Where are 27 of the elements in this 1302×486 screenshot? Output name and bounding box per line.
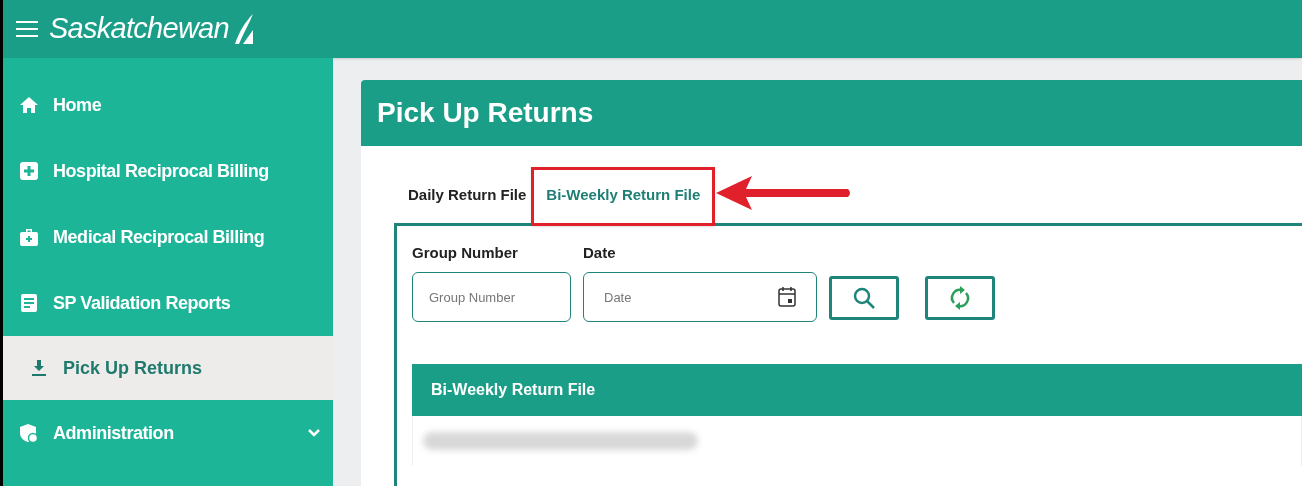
input-field[interactable]: Group Number: [412, 272, 571, 322]
first-aid-kit-icon: [19, 227, 39, 247]
refresh-button[interactable]: [925, 276, 995, 320]
document-icon: [19, 293, 39, 313]
date-field[interactable]: Date: [583, 272, 817, 322]
plus-square-icon: [19, 161, 39, 181]
table-header: Bi-Weekly Return File: [412, 364, 1302, 416]
menu-icon[interactable]: [15, 19, 39, 39]
shield-icon: [19, 423, 39, 443]
field-label: Group Number: [412, 242, 519, 263]
sidebar-item[interactable]: SP Validation Reports: [3, 270, 333, 336]
refresh-icon: [948, 285, 972, 311]
page-title: Pick Up Returns: [361, 80, 1302, 146]
sidebar-item[interactable]: Home: [3, 72, 333, 138]
tab[interactable]: Daily Return File: [406, 178, 529, 213]
search-icon: [852, 286, 876, 310]
sidebar-item[interactable]: Pick Up Returns: [3, 336, 333, 400]
tab[interactable]: Bi-Weekly Return File: [544, 178, 703, 213]
logo-text: Saskatchewan: [49, 11, 229, 47]
search-button[interactable]: [829, 276, 899, 320]
calendar-icon[interactable]: [777, 286, 797, 308]
sidebar-item[interactable]: Hospital Reciprocal Billing: [3, 138, 333, 204]
home-icon: [19, 95, 39, 115]
download-icon: [29, 358, 49, 378]
sidebar-item[interactable]: Medical Reciprocal Billing: [3, 204, 333, 270]
field-label: Date: [583, 242, 617, 263]
sidebar-item[interactable]: Administration: [3, 400, 333, 466]
